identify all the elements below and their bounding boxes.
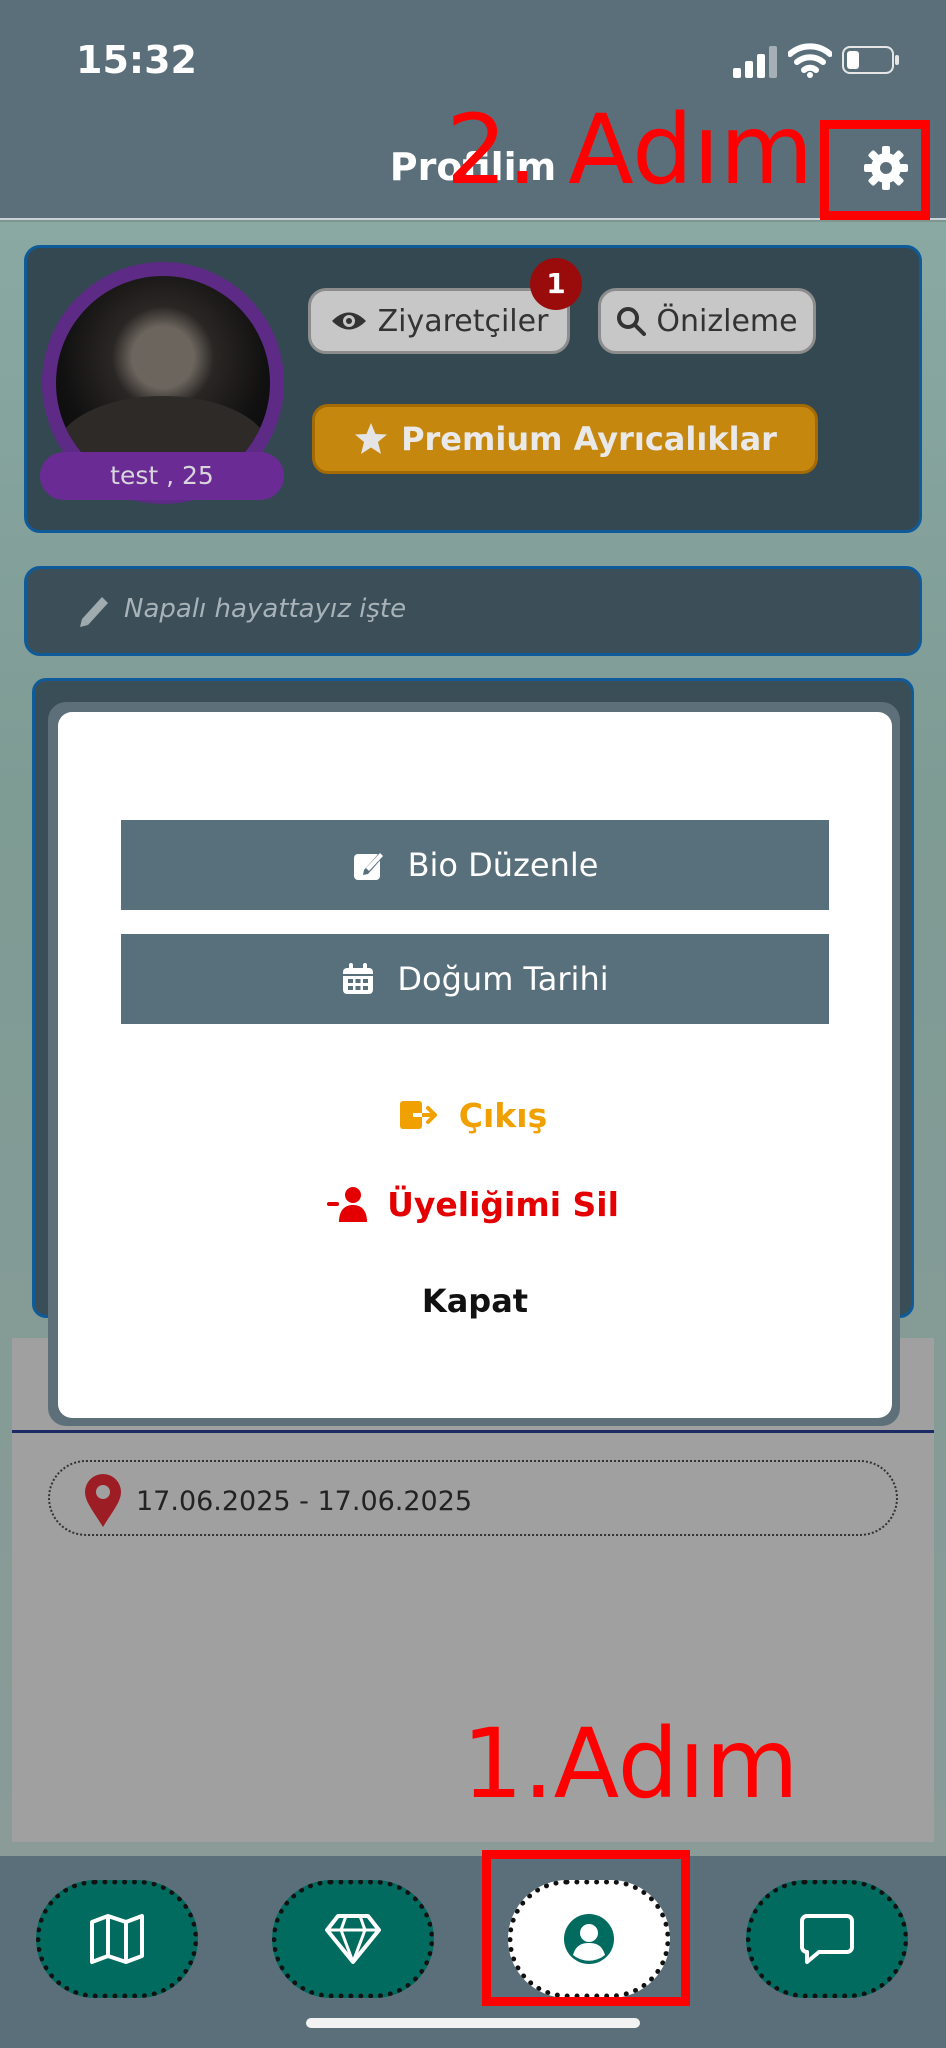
location-pin-icon [85, 1474, 121, 1527]
premium-button[interactable]: Premium Ayrıcalıklar [312, 404, 818, 474]
highlight-box-settings [820, 120, 930, 220]
bio-text: Napalı hayattayız işte [124, 594, 407, 624]
logout-button[interactable]: Çıkış [330, 1080, 616, 1150]
edit-icon [353, 852, 384, 880]
visitors-label: Ziyaretçiler [377, 303, 549, 339]
calendar-icon [343, 963, 374, 994]
delete-account-label: Üyeliğimi Sil [387, 1184, 619, 1224]
premium-label: Premium Ayrıcalıklar [401, 420, 777, 458]
status-time: 15:32 [76, 38, 197, 82]
logout-icon [399, 1101, 437, 1129]
wifi-icon [788, 43, 832, 78]
signal-icon [733, 46, 777, 78]
battery-icon [842, 46, 899, 74]
visitors-button[interactable]: Ziyaretçiler [308, 288, 570, 354]
map-icon [90, 1914, 144, 1964]
bio-edit-button[interactable]: Bio Düzenle [121, 820, 829, 910]
diamond-icon [325, 1914, 381, 1964]
annotation-step-2: 2. Adım [446, 94, 814, 206]
star-icon [355, 423, 388, 454]
preview-button[interactable]: Önizleme [598, 288, 816, 354]
chat-icon [800, 1914, 854, 1964]
pencil-icon [80, 597, 108, 627]
bio-edit-label: Bio Düzenle [407, 846, 599, 884]
birthday-label: Doğum Tarihi [397, 960, 609, 998]
user-minus-icon [327, 1187, 368, 1222]
close-button[interactable]: Kapat [380, 1274, 570, 1328]
logout-label: Çıkış [458, 1095, 548, 1135]
birthday-button[interactable]: Doğum Tarihi [121, 934, 829, 1024]
visitors-count-badge: 1 [530, 258, 582, 310]
eye-icon [331, 312, 366, 330]
delete-account-button[interactable]: Üyeliğimi Sil [300, 1168, 646, 1240]
tab-map[interactable] [36, 1880, 198, 1998]
divider [12, 1430, 934, 1433]
date-range-text: 17.06.2025 - 17.06.2025 [136, 1486, 473, 1517]
profile-name-age: test , 25 [40, 452, 284, 500]
home-indicator [306, 2018, 640, 2028]
highlight-box-profile-tab [482, 1850, 690, 2006]
search-icon [617, 307, 647, 336]
preview-label: Önizleme [656, 303, 798, 339]
annotation-step-1: 1.Adım [462, 1708, 799, 1820]
tab-chat[interactable] [746, 1880, 908, 1998]
tab-premium[interactable] [272, 1880, 434, 1998]
